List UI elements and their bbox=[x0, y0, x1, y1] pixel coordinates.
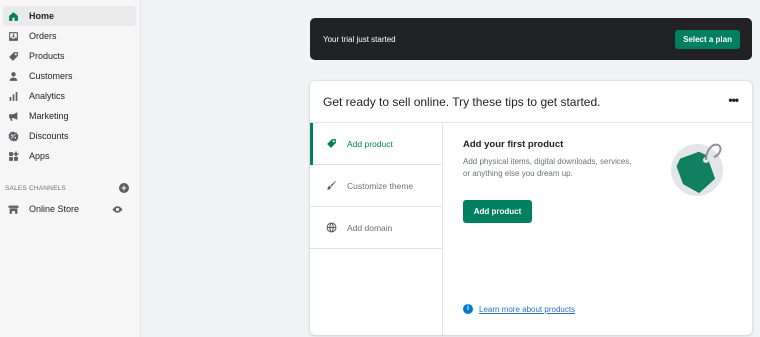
info-icon: i bbox=[463, 304, 473, 314]
sidebar-item-label: Analytics bbox=[29, 91, 66, 101]
sales-channels-label: SALES CHANNELS bbox=[5, 184, 66, 192]
card-title: Get ready to sell online. Try these tips… bbox=[323, 94, 601, 109]
sidebar-item-label: Home bbox=[29, 11, 55, 21]
trial-text: Your trial just started bbox=[323, 34, 396, 44]
setup-tabs: Add product Customize theme Add domain bbox=[310, 123, 443, 335]
sidebar-item-label: Orders bbox=[29, 31, 57, 41]
home-icon bbox=[7, 10, 19, 22]
tab-add-domain[interactable]: Add domain bbox=[310, 207, 442, 249]
sidebar-item-label: Discounts bbox=[29, 131, 69, 141]
sidebar-item-label: Products bbox=[29, 51, 65, 61]
tab-add-product[interactable]: Add product bbox=[310, 123, 442, 165]
tab-label: Customize theme bbox=[347, 180, 414, 191]
megaphone-icon bbox=[7, 110, 19, 122]
person-icon bbox=[7, 70, 19, 82]
sidebar-item-home[interactable]: Home bbox=[3, 6, 136, 26]
content-description: Add physical items, digital downloads, s… bbox=[463, 157, 632, 178]
card-header: Get ready to sell online. Try these tips… bbox=[310, 81, 752, 123]
tag-icon bbox=[325, 138, 337, 150]
sidebar-item-customers[interactable]: Customers bbox=[3, 66, 136, 86]
add-sales-channel-icon[interactable]: + bbox=[119, 183, 129, 193]
eye-icon[interactable] bbox=[111, 203, 123, 215]
tab-content: Add your first product Add physical item… bbox=[463, 139, 653, 180]
sidebar-item-orders[interactable]: Orders bbox=[3, 26, 136, 46]
product-tag-illustration bbox=[671, 143, 723, 196]
tab-label: Add product bbox=[347, 138, 393, 149]
discount-icon bbox=[7, 130, 19, 142]
setup-guide-card: Get ready to sell online. Try these tips… bbox=[310, 81, 752, 335]
bar-chart-icon bbox=[7, 90, 19, 102]
sidebar-item-online-store[interactable]: Online Store bbox=[3, 199, 136, 219]
sidebar-item-analytics[interactable]: Analytics bbox=[3, 86, 136, 106]
apps-icon bbox=[7, 150, 19, 162]
trial-banner: Your trial just started Select a plan bbox=[310, 18, 752, 60]
brush-icon bbox=[325, 180, 337, 192]
sales-channels-header: SALES CHANNELS + bbox=[5, 182, 129, 194]
select-plan-button[interactable]: Select a plan bbox=[675, 29, 740, 49]
sidebar-item-label: Marketing bbox=[29, 111, 69, 121]
globe-icon bbox=[325, 222, 337, 234]
sidebar-item-marketing[interactable]: Marketing bbox=[3, 106, 136, 126]
tag-icon bbox=[7, 50, 19, 62]
more-actions-icon[interactable]: ••• bbox=[728, 93, 739, 107]
tab-customize-theme[interactable]: Customize theme bbox=[310, 165, 442, 207]
orders-icon bbox=[7, 30, 19, 42]
learn-more: i Learn more about products bbox=[463, 304, 575, 314]
sidebar-item-products[interactable]: Products bbox=[3, 46, 136, 66]
sidebar-item-apps[interactable]: Apps bbox=[3, 146, 136, 166]
learn-more-link[interactable]: Learn more about products bbox=[479, 305, 575, 314]
sidebar-item-label: Apps bbox=[29, 151, 50, 161]
sidebar: Home Orders Products Customers Analytics… bbox=[0, 0, 141, 337]
sidebar-item-discounts[interactable]: Discounts bbox=[3, 126, 136, 146]
add-product-button[interactable]: Add product bbox=[463, 200, 532, 223]
sidebar-item-label: Customers bbox=[29, 71, 73, 81]
content-heading: Add your first product bbox=[463, 139, 564, 150]
tab-label: Add domain bbox=[347, 222, 393, 233]
store-icon bbox=[7, 203, 19, 215]
sidebar-item-label: Online Store bbox=[29, 204, 80, 214]
